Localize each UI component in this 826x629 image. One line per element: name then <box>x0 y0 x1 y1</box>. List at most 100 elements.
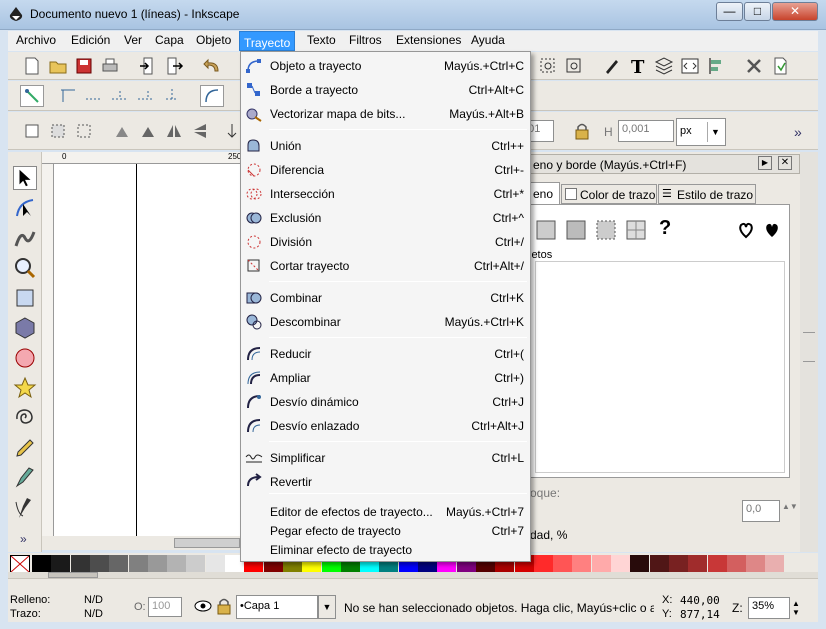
blur-spinner-icon[interactable]: ▲▼ <box>782 502 798 511</box>
palette-swatch[interactable] <box>147 555 167 573</box>
no-paint-swatch[interactable] <box>10 555 30 573</box>
snap-bbox-icon[interactable] <box>58 85 78 105</box>
star-tool-icon[interactable] <box>13 376 37 400</box>
palette-swatch[interactable] <box>70 555 90 573</box>
zoom-tool-icon[interactable] <box>13 256 37 280</box>
menu-ayuda[interactable]: Ayuda <box>469 33 507 47</box>
export-icon[interactable] <box>164 56 184 76</box>
menu-extensiones[interactable]: Extensiones <box>394 33 463 47</box>
3d-box-tool-icon[interactable] <box>13 316 37 340</box>
pen-tool-icon[interactable] <box>13 466 37 490</box>
document-properties-icon[interactable] <box>770 56 790 76</box>
fill-rule-nonzero-icon[interactable] <box>763 221 781 239</box>
tweak-tool-icon[interactable] <box>13 226 37 250</box>
palette-swatch[interactable] <box>649 555 669 573</box>
zoom-drawing-icon[interactable] <box>564 56 584 76</box>
menu-filtros[interactable]: Filtros <box>347 33 384 47</box>
horizontal-scrollbar[interactable] <box>42 536 242 550</box>
palette-swatch[interactable] <box>765 555 785 573</box>
tab-stroke-style[interactable]: ☰ Estilo de trazo <box>658 184 756 204</box>
menu-objeto[interactable]: Objeto <box>194 33 233 47</box>
menu-item-desvio-dinamico[interactable]: Desvío dinámico Ctrl+J <box>241 391 530 413</box>
maximize-button[interactable]: □ <box>744 2 771 21</box>
palette-swatch[interactable] <box>688 555 708 573</box>
flip-vertical-icon[interactable] <box>190 121 210 141</box>
menu-item-eliminar-efecto-de-trayecto[interactable]: Eliminar efecto de trayecto <box>241 539 530 561</box>
palette-swatch[interactable] <box>707 555 727 573</box>
dock-iconify-button[interactable]: ▶ <box>758 156 772 170</box>
new-document-icon[interactable] <box>22 56 42 76</box>
palette-swatch[interactable] <box>726 555 746 573</box>
drawing-canvas[interactable] <box>54 164 242 536</box>
toolbar-overflow-icon[interactable]: » <box>794 124 802 140</box>
palette-swatch[interactable] <box>591 555 611 573</box>
menu-item-union[interactable]: Unión Ctrl++ <box>241 135 530 157</box>
save-icon[interactable] <box>74 56 94 76</box>
rectangle-tool-icon[interactable] <box>13 286 37 310</box>
lock-icon[interactable] <box>572 121 592 141</box>
menu-item-objeto-a-trayecto[interactable]: Objeto a trayecto Mayús.+Ctrl+C <box>241 55 530 77</box>
scrollbar-thumb[interactable] <box>174 538 240 548</box>
pencil-tool-icon[interactable] <box>13 436 37 460</box>
dock-close-button[interactable]: ✕ <box>778 156 792 170</box>
menu-item-cortar-trayecto[interactable]: Cortar trayecto Ctrl+Alt+/ <box>241 255 530 277</box>
selector-tool-icon[interactable] <box>13 166 37 190</box>
toolbox-overflow-icon[interactable]: » <box>20 532 27 546</box>
zoom-spinner-icon[interactable]: ▲ ▼ <box>792 599 800 617</box>
palette-swatch[interactable] <box>533 555 553 573</box>
node-tool-icon[interactable] <box>13 196 37 220</box>
menu-trayecto[interactable]: Trayecto <box>239 31 296 51</box>
menu-ver[interactable]: Ver <box>122 33 144 47</box>
snap-nodes-icon[interactable] <box>200 85 224 107</box>
menu-item-vectorizar-mapa-de-bits[interactable]: Vectorizar mapa de bits... Mayús.+Alt+B <box>241 103 530 125</box>
text-tool-icon[interactable]: T <box>628 56 648 76</box>
layer-lock-icon[interactable] <box>216 597 232 615</box>
zoom-input[interactable]: 35% <box>748 597 790 619</box>
calligraphy-tool-icon[interactable] <box>13 496 37 520</box>
menu-texto[interactable]: Texto <box>305 33 338 47</box>
menu-archivo[interactable]: Archivo <box>14 33 58 47</box>
menu-item-interseccion[interactable]: Intersección Ctrl+* <box>241 183 530 205</box>
menu-capa[interactable]: Capa <box>153 33 186 47</box>
palette-swatch[interactable] <box>205 555 225 573</box>
palette-swatch[interactable] <box>89 555 109 573</box>
tab-fill[interactable]: eno <box>530 182 560 204</box>
palette-swatch[interactable] <box>746 555 766 573</box>
blur-input[interactable]: 0,0 <box>742 500 780 522</box>
flip-horizontal-icon[interactable] <box>164 121 184 141</box>
spiral-tool-icon[interactable] <box>13 406 37 430</box>
visibility-eye-icon[interactable] <box>194 599 212 613</box>
zoom-selection-icon[interactable] <box>538 56 558 76</box>
palette-swatch[interactable] <box>611 555 630 573</box>
close-button[interactable]: ✕ <box>772 2 818 21</box>
palette-swatch[interactable] <box>553 555 573 573</box>
menu-edicion[interactable]: Edición <box>69 33 112 47</box>
opacity-status-input[interactable]: 100 <box>148 597 182 617</box>
radial-gradient-paint-icon[interactable] <box>565 219 587 241</box>
snap-bbox-midpoint-icon[interactable] <box>136 85 156 105</box>
menu-item-combinar[interactable]: Combinar Ctrl+K <box>241 287 530 309</box>
dock-scrollbar[interactable] <box>800 152 818 552</box>
rotate-ccw-icon[interactable] <box>112 121 132 141</box>
align-distribute-icon[interactable] <box>706 56 726 76</box>
layer-select[interactable]: •Capa 1 <box>236 595 318 619</box>
preferences-icon[interactable] <box>744 56 764 76</box>
unit-dropdown-arrow-icon[interactable]: ▼ <box>707 122 723 142</box>
menu-item-desvio-enlazado[interactable]: Desvío enlazado Ctrl+Alt+J <box>241 415 530 437</box>
menu-item-exclusion[interactable]: Exclusión Ctrl+^ <box>241 207 530 229</box>
unit-select[interactable]: px ▼ <box>676 118 726 146</box>
palette-swatch[interactable] <box>668 555 688 573</box>
mesh-paint-icon[interactable] <box>595 219 617 241</box>
import-icon[interactable] <box>138 56 158 76</box>
raise-to-top-icon[interactable] <box>222 121 242 141</box>
undo-icon[interactable] <box>202 56 222 76</box>
menu-item-borde-a-trayecto[interactable]: Borde a trayecto Ctrl+Alt+C <box>241 79 530 101</box>
menu-item-diferencia[interactable]: Diferencia Ctrl+- <box>241 159 530 181</box>
layers-icon[interactable] <box>654 56 674 76</box>
palette-swatch[interactable] <box>128 555 148 573</box>
fill-stroke-icon[interactable] <box>602 56 622 76</box>
dock-scroll-handle[interactable] <box>803 332 815 362</box>
ellipse-tool-icon[interactable] <box>13 346 37 370</box>
rotate-cw-icon[interactable] <box>138 121 158 141</box>
layer-dropdown-arrow-icon[interactable]: ▼ <box>318 595 336 619</box>
